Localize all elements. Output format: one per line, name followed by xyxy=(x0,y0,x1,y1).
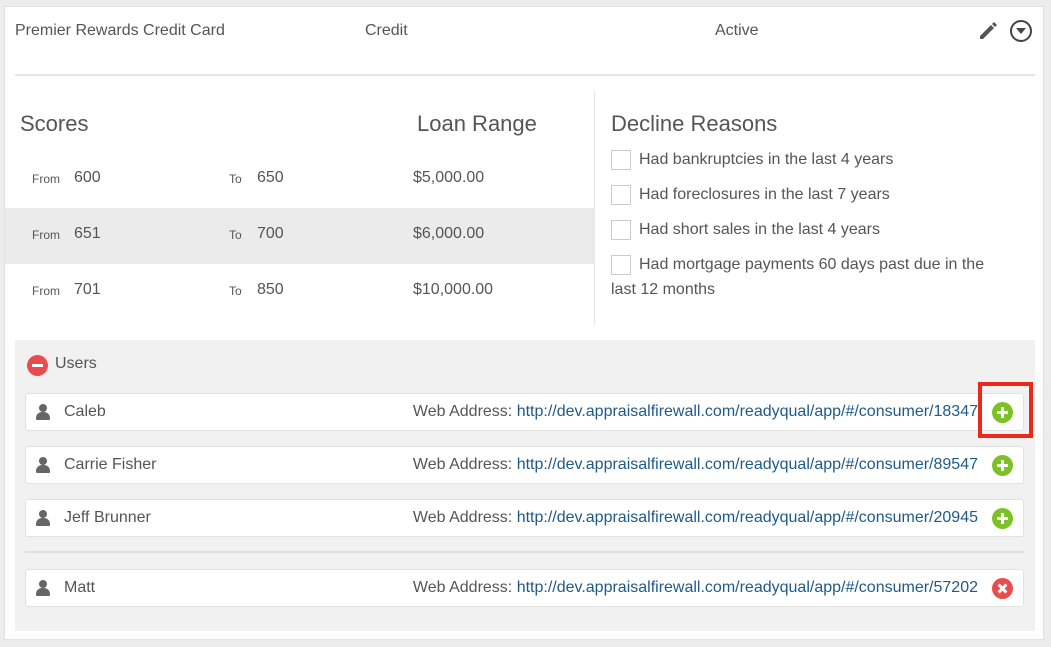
user-icon xyxy=(36,580,50,596)
to-label: To xyxy=(229,228,242,242)
users-panel: Users Caleb Web Address: http://dev.appr… xyxy=(15,340,1035,631)
decline-reason-text: Had mortgage payments 60 days past due i… xyxy=(611,256,985,298)
score-row: From 651 To 700 $6,000.00 xyxy=(5,208,595,264)
product-status: Active xyxy=(715,22,759,39)
scores-title: Scores xyxy=(20,111,89,136)
score-to: 850 xyxy=(257,281,284,298)
users-label: Users xyxy=(55,355,97,372)
decline-reason-text: Had bankruptcies in the last 4 years xyxy=(639,151,894,168)
decline-checkbox[interactable] xyxy=(611,220,631,240)
web-address: Web Address: http://dev.appraisalfirewal… xyxy=(413,579,978,597)
loan-amount: $5,000.00 xyxy=(413,169,485,186)
add-icon[interactable] xyxy=(992,455,1013,476)
user-icon xyxy=(36,404,50,420)
from-label: From xyxy=(32,228,60,242)
consumer-link[interactable]: http://dev.appraisalfirewall.com/readyqu… xyxy=(517,403,978,420)
user-name: Caleb xyxy=(64,403,106,420)
decline-reason-text: Had foreclosures in the last 7 years xyxy=(639,186,890,203)
add-icon[interactable] xyxy=(992,508,1013,529)
decline-reason-text: Had short sales in the last 4 years xyxy=(639,221,881,238)
to-label: To xyxy=(229,172,242,186)
user-row: Caleb Web Address: http://dev.appraisalf… xyxy=(25,393,1024,431)
loan-amount: $10,000.00 xyxy=(413,281,494,298)
add-icon[interactable] xyxy=(992,402,1013,423)
decline-reason-item[interactable]: Had short sales in the last 4 years xyxy=(611,217,1021,242)
web-address: Web Address: http://dev.appraisalfirewal… xyxy=(413,509,978,527)
web-address-label: Web Address: xyxy=(412,579,513,596)
from-label: From xyxy=(32,284,60,298)
decline-checkbox[interactable] xyxy=(611,185,631,205)
user-row: Matt Web Address: http://dev.appraisalfi… xyxy=(25,569,1024,607)
score-from: 701 xyxy=(74,281,101,298)
loan-amount: $6,000.00 xyxy=(413,225,485,242)
decline-reasons-title: Decline Reasons xyxy=(611,111,778,136)
section-divider xyxy=(594,91,595,325)
user-icon xyxy=(36,510,50,526)
user-row: Carrie Fisher Web Address: http://dev.ap… xyxy=(25,446,1024,484)
score-to: 650 xyxy=(257,169,284,186)
users-divider xyxy=(25,551,1024,553)
product-name: Premier Rewards Credit Card xyxy=(15,22,225,39)
pencil-icon[interactable] xyxy=(977,19,999,41)
decline-reason-item[interactable]: Had foreclosures in the last 7 years xyxy=(611,182,1021,207)
product-header: Premier Rewards Credit Card Credit Activ… xyxy=(5,7,1045,57)
web-address-label: Web Address: xyxy=(412,456,513,473)
user-icon xyxy=(36,457,50,473)
loan-range-title: Loan Range xyxy=(417,111,537,136)
product-type: Credit xyxy=(365,22,408,39)
remove-icon[interactable] xyxy=(992,578,1013,599)
consumer-link[interactable]: http://dev.appraisalfirewall.com/readyqu… xyxy=(517,579,978,596)
score-row: From 600 To 650 $5,000.00 xyxy=(5,152,595,208)
chevron-down-circle-icon[interactable] xyxy=(1010,20,1032,42)
score-row: From 701 To 850 $10,000.00 xyxy=(5,264,595,320)
user-name: Jeff Brunner xyxy=(64,509,151,526)
decline-reason-item[interactable]: Had mortgage payments 60 days past due i… xyxy=(611,252,1011,302)
web-address: Web Address: http://dev.appraisalfirewal… xyxy=(413,456,978,474)
user-name: Carrie Fisher xyxy=(64,456,157,473)
header-divider xyxy=(15,74,1035,76)
web-address: Web Address: http://dev.appraisalfirewal… xyxy=(413,403,978,421)
score-from: 600 xyxy=(74,169,101,186)
web-address-label: Web Address: xyxy=(412,403,513,420)
to-label: To xyxy=(229,284,242,298)
consumer-link[interactable]: http://dev.appraisalfirewall.com/readyqu… xyxy=(517,456,978,473)
web-address-label: Web Address: xyxy=(412,509,513,526)
from-label: From xyxy=(32,172,60,186)
user-row: Jeff Brunner Web Address: http://dev.app… xyxy=(25,499,1024,537)
score-from: 651 xyxy=(74,225,101,242)
score-to: 700 xyxy=(257,225,284,242)
collapse-icon[interactable] xyxy=(27,355,48,376)
user-name: Matt xyxy=(64,579,96,596)
consumer-link[interactable]: http://dev.appraisalfirewall.com/readyqu… xyxy=(517,509,978,526)
decline-reason-item[interactable]: Had bankruptcies in the last 4 years xyxy=(611,147,1021,172)
product-card: Premier Rewards Credit Card Credit Activ… xyxy=(4,6,1044,640)
decline-checkbox[interactable] xyxy=(611,150,631,170)
decline-checkbox[interactable] xyxy=(611,255,631,275)
